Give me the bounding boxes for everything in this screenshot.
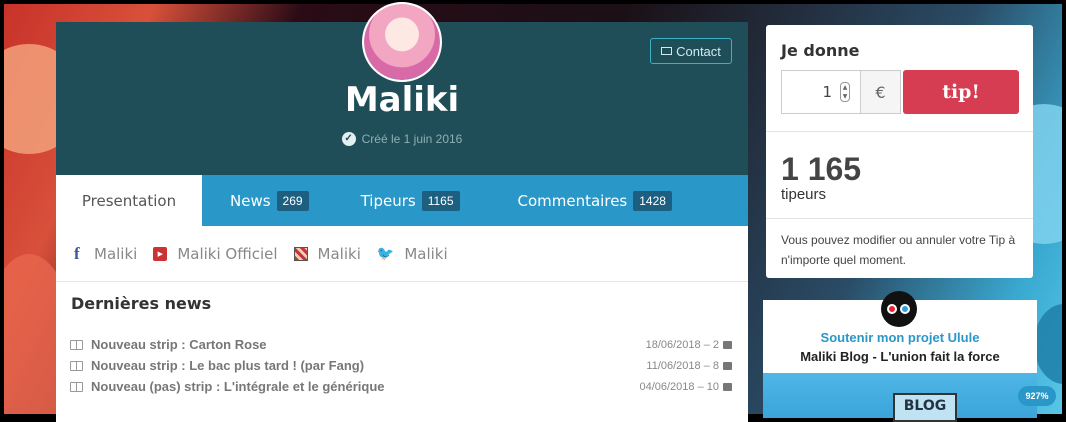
tip-note: Vous pouvez modifier ou annuler votre Ti… [781,233,1016,267]
tip-panel: Je donne 1 ▲ ▼ € tip! 1 165 tipeurs Vous … [766,25,1033,278]
tipeurs-label: tipeurs [781,186,827,203]
news-date: 18/06/2018 – 2 [645,338,719,351]
created-date: ✓ Créé le 1 juin 2016 [56,132,748,146]
youtube-icon: ▶ [153,246,168,261]
list-item[interactable]: Nouveau strip : Carton Rose 18/06/2018 –… [70,334,732,355]
social-links: f Maliki ▶ Maliki Officiel Maliki 🐦 Mali… [56,226,748,282]
amount-value: 1 [822,83,832,101]
list-item[interactable]: Nouveau strip : Le bac plus tard ! (par … [70,355,732,376]
comment-icon [723,340,732,349]
book-icon [70,381,83,392]
contact-label: Contact [676,43,721,59]
news-date: 11/06/2018 – 8 [646,359,719,372]
tab-count: 269 [276,190,309,211]
tab-presentation[interactable]: Presentation [56,175,202,226]
tab-news[interactable]: News 269 [202,175,309,226]
divider [766,131,1033,132]
created-label: Créé le 1 juin 2016 [361,132,463,146]
tapas-icon [293,246,308,261]
ulule-link[interactable]: Soutenir mon projet Ulule [763,330,1037,345]
social-link-facebook[interactable]: f Maliki [74,244,137,264]
ulule-mascot-icon [881,291,917,327]
avatar-image [364,4,440,80]
news-list: Nouveau strip : Carton Rose 18/06/2018 –… [70,334,732,397]
ulule-panel[interactable]: Soutenir mon projet Ulule Maliki Blog - … [763,291,1037,422]
tipeurs-count: 1 165 [781,151,862,187]
avatar [362,2,442,82]
tab-bar: Presentation News 269 Tipeurs 1165 Comme… [56,175,748,226]
facebook-icon: f [74,243,80,263]
news-date: 04/06/2018 – 10 [639,380,719,393]
mail-icon [661,47,673,55]
tab-count: 1428 [633,190,672,211]
social-link-youtube[interactable]: ▶ Maliki Officiel [153,244,278,263]
profile-card: Contact Maliki ✓ Créé le 1 juin 2016 Pre… [56,22,748,422]
eye-icon [887,304,897,314]
social-link-twitter[interactable]: 🐦 Maliki [377,245,448,263]
social-label: Maliki [94,244,138,263]
news-heading: Dernières news [71,294,212,313]
tab-commentaires[interactable]: Commentaires 1428 [460,175,672,226]
amount-stepper[interactable]: 1 ▲ ▼ [781,70,861,114]
tip-button[interactable]: tip! [903,70,1019,114]
funding-badge: 927% [1018,386,1056,406]
background-art [1034,304,1062,384]
page-title: Maliki [344,80,460,120]
comment-icon [723,382,732,391]
news-title[interactable]: Nouveau strip : Carton Rose [91,337,267,352]
news-title[interactable]: Nouveau strip : Le bac plus tard ! (par … [91,358,364,373]
tab-label: News [230,191,271,210]
book-icon [70,360,83,371]
ulule-banner[interactable]: BLOG [763,373,1037,422]
eye-icon [900,304,910,314]
spinner-icon[interactable]: ▲ ▼ [840,82,850,102]
comment-icon [723,361,732,370]
contact-button[interactable]: Contact [650,38,732,64]
twitter-icon: 🐦 [376,245,395,262]
social-link-tapas[interactable]: Maliki [293,244,361,263]
tab-label: Commentaires [517,191,628,210]
tab-tipeurs[interactable]: Tipeurs 1165 [309,175,460,226]
social-label: Maliki [404,244,448,263]
ulule-subtitle: Maliki Blog - L'union fait la force [800,349,1000,364]
divider [766,218,1033,219]
book-icon [70,339,83,350]
currency-label: € [861,70,901,114]
tip-title: Je donne [781,41,860,60]
tip-form: 1 ▲ ▼ € tip! [781,70,1019,114]
tab-count: 1165 [421,190,460,211]
check-icon: ✓ [341,132,356,146]
social-label: Maliki [317,244,361,263]
tab-label: Tipeurs [360,191,416,210]
social-label: Maliki Officiel [177,244,278,263]
news-title[interactable]: Nouveau (pas) strip : L'intégrale et le … [91,379,384,394]
list-item[interactable]: Nouveau (pas) strip : L'intégrale et le … [70,376,732,397]
tab-label: Presentation [81,191,177,210]
